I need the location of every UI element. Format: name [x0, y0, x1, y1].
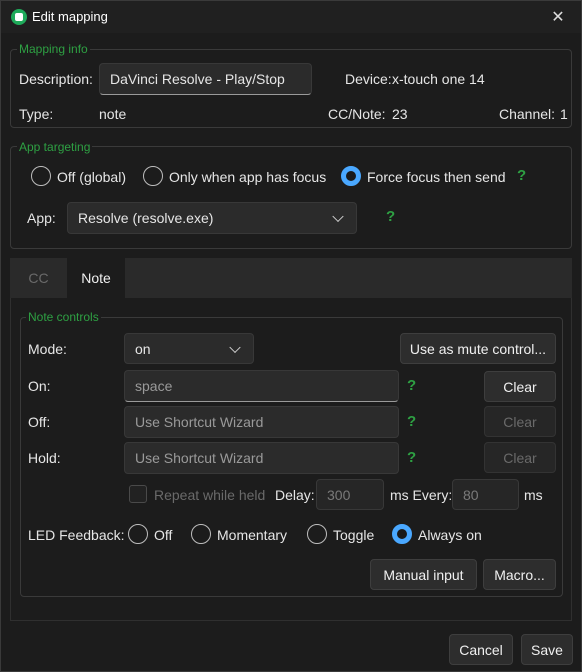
radio-off-global[interactable] — [31, 166, 51, 186]
help-icon-off[interactable]: ? — [407, 413, 416, 430]
radio-led-always-on[interactable] — [392, 524, 412, 544]
radio-only-focus-label[interactable]: Only when app has focus — [169, 169, 326, 185]
repeat-while-held-checkbox[interactable] — [129, 485, 147, 503]
device-label: Device: — [345, 71, 392, 87]
ms-label: ms — [524, 487, 543, 503]
every-label: ms Every: — [390, 487, 453, 503]
mode-select[interactable]: on — [124, 333, 254, 364]
mapping-info-title: Mapping info — [17, 42, 90, 56]
save-button[interactable]: Save — [521, 634, 573, 665]
radio-led-toggle-label[interactable]: Toggle — [333, 527, 374, 543]
channel-label: Channel: — [499, 106, 556, 122]
app-logo-icon — [11, 9, 27, 25]
help-icon-hold[interactable]: ? — [407, 449, 416, 466]
radio-led-off[interactable] — [128, 524, 148, 544]
window-title: Edit mapping — [32, 9, 108, 24]
on-shortcut-input[interactable]: space — [124, 370, 399, 402]
hold-shortcut-placeholder: Use Shortcut Wizard — [135, 450, 264, 466]
radio-led-toggle[interactable] — [307, 524, 327, 544]
clear-off-button[interactable]: Clear — [484, 406, 556, 437]
hold-shortcut-input[interactable]: Use Shortcut Wizard — [124, 442, 399, 474]
cancel-button[interactable]: Cancel — [449, 634, 513, 665]
use-as-mute-button[interactable]: Use as mute control... — [400, 333, 556, 364]
on-shortcut-value: space — [135, 378, 173, 394]
chevron-down-icon — [229, 341, 241, 353]
tab-bar: CC Note — [10, 258, 572, 298]
delay-input[interactable]: 300 — [316, 479, 384, 510]
off-shortcut-input[interactable]: Use Shortcut Wizard — [124, 406, 399, 438]
channel-value: 1 — [560, 106, 568, 122]
hold-label: Hold: — [28, 450, 61, 466]
mode-label: Mode: — [28, 341, 67, 357]
radio-force-focus-label[interactable]: Force focus then send — [367, 169, 506, 185]
close-icon: ✕ — [551, 9, 565, 26]
description-label: Description: — [19, 71, 93, 87]
help-icon-focus[interactable]: ? — [517, 167, 526, 184]
mode-select-value: on — [135, 340, 151, 357]
app-label: App: — [27, 210, 56, 226]
chevron-down-icon — [332, 210, 344, 223]
off-shortcut-placeholder: Use Shortcut Wizard — [135, 414, 264, 430]
clear-hold-button[interactable]: Clear — [484, 442, 556, 473]
radio-led-off-label[interactable]: Off — [154, 527, 172, 543]
app-select-value: Resolve (resolve.exe) — [78, 210, 214, 226]
radio-led-always-on-label[interactable]: Always on — [418, 527, 482, 543]
delay-label: Delay: — [275, 487, 315, 503]
radio-only-focus[interactable] — [143, 166, 163, 186]
macro-button[interactable]: Macro... — [483, 559, 556, 590]
ccnote-value: 23 — [392, 106, 408, 122]
close-button[interactable]: ✕ — [535, 1, 581, 33]
ccnote-label: CC/Note: — [328, 106, 386, 122]
note-controls-title: Note controls — [26, 310, 101, 324]
tab-note[interactable]: Note — [67, 258, 125, 298]
radio-force-focus[interactable] — [341, 166, 361, 186]
app-targeting-title: App targeting — [17, 140, 93, 154]
title-bar: Edit mapping ✕ — [1, 1, 581, 33]
device-value: x-touch one 14 — [392, 71, 485, 87]
help-icon-on[interactable]: ? — [407, 377, 416, 394]
type-value: note — [99, 106, 127, 122]
manual-input-button[interactable]: Manual input — [370, 559, 477, 590]
type-label: Type: — [19, 106, 54, 122]
help-icon-app[interactable]: ? — [386, 208, 395, 225]
app-select[interactable]: Resolve (resolve.exe) — [67, 202, 357, 234]
description-input[interactable]: DaVinci Resolve - Play/Stop — [99, 63, 312, 95]
off-label: Off: — [28, 414, 51, 430]
every-input[interactable]: 80 — [452, 479, 519, 510]
tab-cc[interactable]: CC — [10, 258, 67, 298]
radio-led-momentary-label[interactable]: Momentary — [217, 527, 287, 543]
repeat-while-held-label[interactable]: Repeat while held — [154, 487, 265, 503]
led-feedback-label: LED Feedback: — [28, 527, 125, 543]
radio-led-momentary[interactable] — [191, 524, 211, 544]
clear-on-button[interactable]: Clear — [484, 371, 556, 402]
radio-off-global-label[interactable]: Off (global) — [57, 169, 126, 185]
on-label: On: — [28, 378, 51, 394]
